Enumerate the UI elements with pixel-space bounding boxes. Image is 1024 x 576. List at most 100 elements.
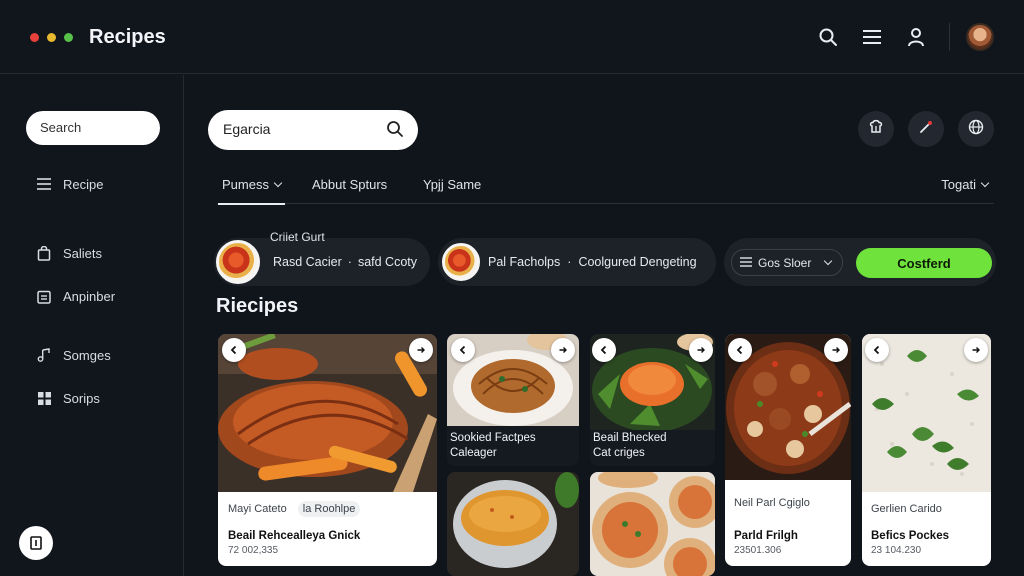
recipe-card-3b[interactable] [590, 472, 715, 576]
sidebar-item-label: Recipe [63, 176, 104, 192]
chip-separator: · [567, 255, 572, 269]
chip-separator: · [347, 255, 352, 269]
main-search-input[interactable]: Egarcia [208, 110, 418, 150]
help-button[interactable] [19, 526, 53, 560]
divider [949, 23, 950, 51]
chevron-down-icon [824, 256, 833, 265]
card-title: Beail Rehcealleya Gnick [228, 530, 361, 542]
tab-label: Ypjj Same [423, 177, 482, 192]
music-icon [36, 347, 52, 363]
search-value: Egarcia [223, 121, 271, 137]
select-value: Gos Sloer [758, 255, 812, 270]
next-arrow-icon[interactable] [409, 338, 433, 362]
sidebar-item-label: Sorips [63, 390, 100, 406]
next-arrow-icon[interactable] [824, 338, 848, 362]
chip-left-text: Pal Facholps [488, 255, 561, 269]
card-title: Befics Pockes [871, 530, 949, 542]
sidebar-search-input[interactable]: Search [26, 111, 160, 145]
card-tag: Gerlien Carido [871, 503, 942, 515]
card-subtitle: 23501.306 [734, 545, 782, 556]
card-tag: Mayi Cateto [228, 503, 287, 515]
tab-abbut-spturs[interactable]: Abbut Spturs [312, 177, 387, 192]
sidebar-item-saliets[interactable]: Saliets [36, 245, 102, 261]
card-subtitle: Cat criges [593, 447, 645, 459]
chip-thumbnail [216, 240, 260, 284]
tab-bar: Pumess Abbut Spturs Ypjj Same Togati [217, 170, 994, 205]
chip-title: Criiet Gurt [270, 230, 325, 244]
chevron-down-icon [980, 178, 990, 187]
filter-icon [740, 256, 752, 270]
tab-togati[interactable]: Togati [941, 177, 990, 192]
chip-thumbnail [442, 243, 480, 281]
grid-icon [36, 390, 52, 406]
prev-arrow-icon[interactable] [592, 338, 616, 362]
card-tag: la Roohlpe [297, 501, 361, 517]
prev-arrow-icon[interactable] [222, 338, 246, 362]
sort-select[interactable]: Gos Sloer [731, 249, 843, 276]
next-arrow-icon[interactable] [964, 338, 988, 362]
top-actions [799, 22, 994, 52]
section-title: Riecipes [216, 295, 299, 317]
sidebar-item-recipe[interactable]: Recipe [36, 176, 103, 192]
pen-icon [918, 119, 934, 140]
chef-button[interactable] [858, 111, 894, 147]
bag-icon [36, 245, 52, 261]
recipe-image-roast [218, 334, 437, 492]
prev-arrow-icon[interactable] [865, 338, 889, 362]
chip-right-text: safd Ccoty [357, 255, 418, 269]
tab-pumess[interactable]: Pumess [218, 177, 285, 205]
recipe-image-tarts [590, 472, 715, 576]
recipe-card-5[interactable]: Gerlien Carido Befics Pockes 23 104.230 [862, 334, 991, 566]
list-icon [36, 176, 52, 192]
chevron-down-icon [273, 178, 283, 187]
window-controls [30, 33, 73, 42]
recipe-chip-2[interactable]: Pal Facholps · Coolgured Dengeting [438, 238, 716, 286]
search-icon[interactable] [386, 120, 404, 141]
card-subtitle: 72 002,335 [228, 545, 279, 556]
next-arrow-icon[interactable] [689, 338, 713, 362]
search-icon[interactable] [813, 22, 843, 52]
recipe-image-curry-bowl [447, 472, 579, 576]
minimize-window-dot[interactable] [47, 33, 56, 42]
calendar-icon [36, 288, 52, 304]
card-subtitle: Caleager [450, 447, 497, 459]
user-icon[interactable] [901, 22, 931, 52]
globe-button[interactable] [958, 111, 994, 147]
card-title: Beail Bhecked [593, 432, 667, 444]
recipe-card-2[interactable]: Sookied Factpes Caleager [447, 334, 579, 466]
menu-icon[interactable] [857, 22, 887, 52]
sidebar-item-label: Anpinber [63, 288, 116, 304]
app-title: Recipes [89, 26, 166, 48]
sidebar-item-somges[interactable]: Somges [36, 347, 111, 363]
avatar[interactable] [966, 23, 994, 51]
pen-button[interactable] [908, 111, 944, 147]
sidebar-item-sorips[interactable]: Sorips [36, 390, 100, 406]
card-tag: Neil Parl Cgiglo [734, 497, 810, 509]
top-bar: Recipes [0, 0, 1024, 74]
tab-ypjj-same[interactable]: Ypjj Same [423, 177, 481, 192]
tab-label: Togati [941, 177, 976, 192]
recipe-chip-1[interactable]: Criiet Gurt Rasd Cacier · safd Ccoty [214, 230, 430, 286]
card-title: Parld Frilgh [734, 530, 798, 542]
sidebar-item-anpinber[interactable]: Anpinber [36, 288, 115, 304]
chip-left-text: Rasd Cacier [273, 255, 342, 269]
sidebar-item-label: Somges [63, 347, 111, 363]
prev-arrow-icon[interactable] [728, 338, 752, 362]
globe-icon [968, 119, 984, 140]
confirm-button[interactable]: Costferd [856, 248, 992, 278]
chip-right-text: Coolgured Dengeting [578, 255, 697, 269]
maximize-window-dot[interactable] [64, 33, 73, 42]
sidebar-item-label: Saliets [63, 245, 103, 261]
tab-label: Pumess [222, 177, 269, 192]
recipe-card-4[interactable]: Neil Parl Cgiglo Parld Frilgh 23501.306 [725, 334, 851, 566]
recipe-card-3[interactable]: Beail Bhecked Cat criges [590, 334, 715, 466]
sidebar: Search Recipe Saliets Anpinber Somges So… [0, 75, 184, 576]
prev-arrow-icon[interactable] [451, 338, 475, 362]
chef-icon [868, 119, 884, 140]
card-title: Sookied Factpes [450, 432, 536, 444]
close-window-dot[interactable] [30, 33, 39, 42]
recipe-card-1[interactable]: Mayi Cateto la Roohlpe Beail Rehcealleya… [218, 334, 437, 566]
next-arrow-icon[interactable] [551, 338, 575, 362]
recipe-card-2b[interactable] [447, 472, 579, 576]
card-subtitle: 23 104.230 [871, 545, 922, 556]
